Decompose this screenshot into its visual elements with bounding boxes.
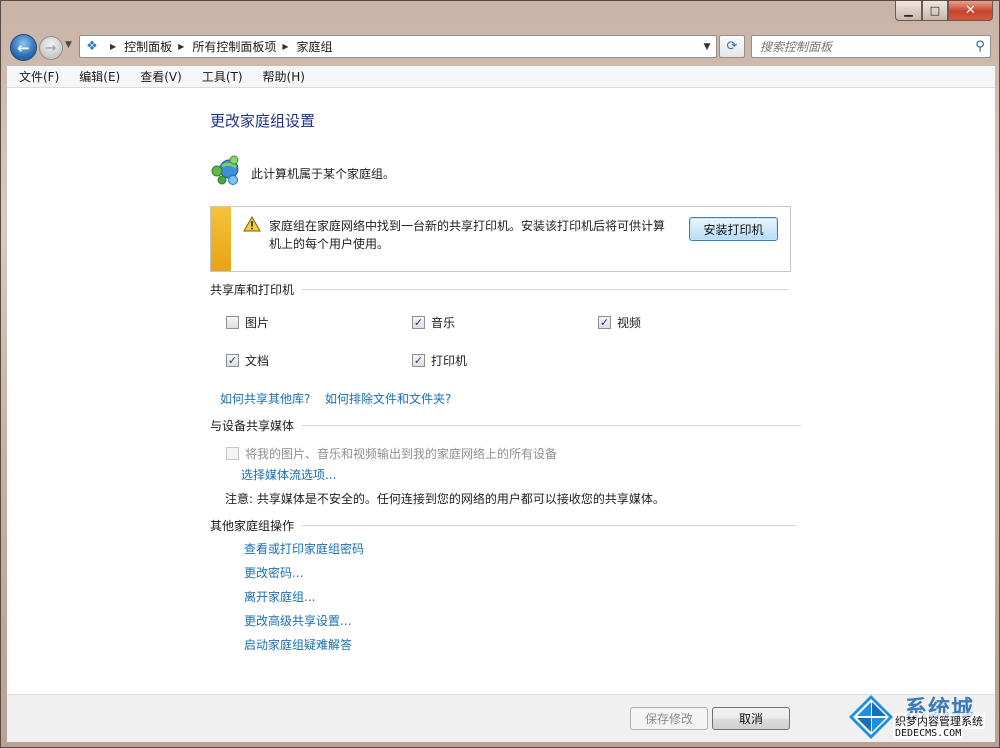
section-divider: [302, 425, 802, 426]
search-box[interactable]: ⚲: [751, 35, 991, 58]
link-homegroup-troubleshooter[interactable]: 启动家庭组疑难解答: [244, 636, 352, 653]
homegroup-icon: [211, 155, 239, 185]
checkbox-music[interactable]: ✓ 音乐: [412, 314, 455, 331]
address-dropdown-icon[interactable]: ▼: [698, 42, 716, 52]
checkbox-label: 将我的图片、音乐和视频输出到我的家庭网络上的所有设备: [245, 447, 558, 461]
link-change-password[interactable]: 更改密码...: [244, 564, 303, 581]
watermark-subtitle: 织梦内容管理系统: [893, 713, 985, 729]
section-libraries-printers: 共享库和打印机: [210, 281, 790, 298]
section-media-sharing: 与设备共享媒体: [210, 417, 802, 434]
cancel-button[interactable]: 取消: [712, 707, 790, 730]
checkbox-label: 打印机: [431, 354, 468, 368]
navigation-bar: ← → ▼ ❖ ▶ 控制面板 ▶ 所有控制面板项 ▶ 家庭组 ▼ ⟳ ⚲: [1, 31, 999, 63]
menu-file[interactable]: 文件(F): [7, 68, 67, 85]
section-other-actions: 其他家庭组操作: [210, 517, 798, 534]
breadcrumb-separator-icon[interactable]: ▶: [282, 42, 288, 51]
checkbox-pictures[interactable]: 图片: [226, 314, 269, 331]
section-heading: 共享库和打印机: [210, 283, 295, 297]
section-heading: 与设备共享媒体: [210, 419, 295, 433]
section-divider: [302, 289, 790, 290]
maximize-button[interactable]: □: [922, 1, 948, 21]
checkbox-videos[interactable]: ✓ 视频: [598, 314, 641, 331]
membership-status: 此计算机属于某个家庭组。: [251, 167, 396, 181]
menu-edit[interactable]: 编辑(E): [67, 68, 128, 85]
control-panel-window: ▁ □ ✕ ← → ▼ ❖ ▶ 控制面板 ▶ 所有控制面板项 ▶ 家庭组 ▼ ⟳…: [0, 0, 1000, 748]
notice-accent-bar: [211, 207, 231, 271]
checkbox-label: 图片: [245, 316, 270, 330]
save-changes-button[interactable]: 保存修改: [630, 707, 708, 730]
breadcrumb-item-control-panel[interactable]: 控制面板: [124, 38, 172, 55]
link-share-other-libraries[interactable]: 如何共享其他库?: [220, 390, 310, 407]
back-button[interactable]: ←: [10, 34, 37, 61]
warning-icon: [243, 216, 261, 232]
refresh-button[interactable]: ⟳: [719, 35, 745, 58]
content-pane: 更改家庭组设置 此计算机属于某个家庭组。 家庭组在家庭网络中找到一台新的共享打印…: [7, 88, 995, 694]
checkbox-box[interactable]: ✓: [598, 316, 611, 329]
install-printer-button[interactable]: 安装打印机: [689, 217, 778, 241]
watermark: 系统城 织梦内容管理系统 DEDECMS.COM: [847, 691, 997, 747]
checkbox-box[interactable]: ✓: [412, 354, 425, 367]
watermark-url: DEDECMS.COM: [893, 728, 964, 739]
breadcrumb: ▶ 控制面板 ▶ 所有控制面板项 ▶ 家庭组: [104, 38, 333, 55]
windows-logo-icon: [849, 695, 893, 739]
address-bar[interactable]: ❖ ▶ 控制面板 ▶ 所有控制面板项 ▶ 家庭组 ▼: [79, 35, 717, 58]
recent-pages-dropdown[interactable]: ▼: [65, 40, 72, 50]
media-security-note: 注意: 共享媒体是不安全的。任何连接到您的网络的用户都可以接收您的共享媒体。: [225, 492, 665, 506]
checkbox-label: 文档: [245, 354, 270, 368]
section-heading: 其他家庭组操作: [210, 519, 295, 533]
section-divider: [302, 525, 798, 526]
forward-button[interactable]: →: [39, 36, 63, 60]
checkbox-label: 视频: [617, 316, 642, 330]
checkbox-box[interactable]: ✓: [226, 354, 239, 367]
breadcrumb-separator-icon[interactable]: ▶: [110, 42, 116, 51]
notice-text: 家庭组在家庭网络中找到一台新的共享打印机。安装该打印机后将可供计算机上的每个用户…: [269, 219, 666, 251]
checkbox-printers[interactable]: ✓ 打印机: [412, 352, 467, 369]
caption-buttons: ▁ □ ✕: [895, 1, 993, 21]
link-media-streaming-options[interactable]: 选择媒体流选项...: [241, 466, 336, 483]
refresh-icon: ⟳: [726, 39, 738, 54]
checkbox-box[interactable]: [226, 447, 239, 460]
link-view-print-password[interactable]: 查看或打印家庭组密码: [244, 540, 364, 557]
checkbox-label: 音乐: [431, 316, 456, 330]
menu-help[interactable]: 帮助(H): [251, 68, 313, 85]
link-exclude-files[interactable]: 如何排除文件和文件夹?: [325, 390, 451, 407]
checkbox-box[interactable]: ✓: [412, 316, 425, 329]
close-button[interactable]: ✕: [948, 1, 993, 21]
breadcrumb-item-homegroup[interactable]: 家庭组: [297, 38, 333, 55]
checkbox-box[interactable]: [226, 316, 239, 329]
search-input[interactable]: [760, 39, 970, 54]
minimize-button[interactable]: ▁: [895, 1, 922, 21]
link-advanced-sharing-settings[interactable]: 更改高级共享设置...: [244, 612, 351, 629]
page-title: 更改家庭组设置: [210, 112, 316, 130]
link-leave-homegroup[interactable]: 离开家庭组...: [244, 588, 315, 605]
control-panel-icon: ❖: [86, 39, 98, 54]
breadcrumb-item-all-items[interactable]: 所有控制面板项: [192, 38, 276, 55]
menu-tools[interactable]: 工具(T): [190, 68, 251, 85]
checkbox-documents[interactable]: ✓ 文档: [226, 352, 269, 369]
menu-view[interactable]: 查看(V): [128, 68, 190, 85]
printer-notice: 家庭组在家庭网络中找到一台新的共享打印机。安装该打印机后将可供计算机上的每个用户…: [210, 206, 791, 272]
breadcrumb-separator-icon[interactable]: ▶: [178, 42, 184, 51]
menu-bar: 文件(F) 编辑(E) 查看(V) 工具(T) 帮助(H): [7, 66, 995, 88]
checkbox-stream-media[interactable]: 将我的图片、音乐和视频输出到我的家庭网络上的所有设备: [226, 445, 557, 462]
search-icon[interactable]: ⚲: [970, 39, 990, 54]
